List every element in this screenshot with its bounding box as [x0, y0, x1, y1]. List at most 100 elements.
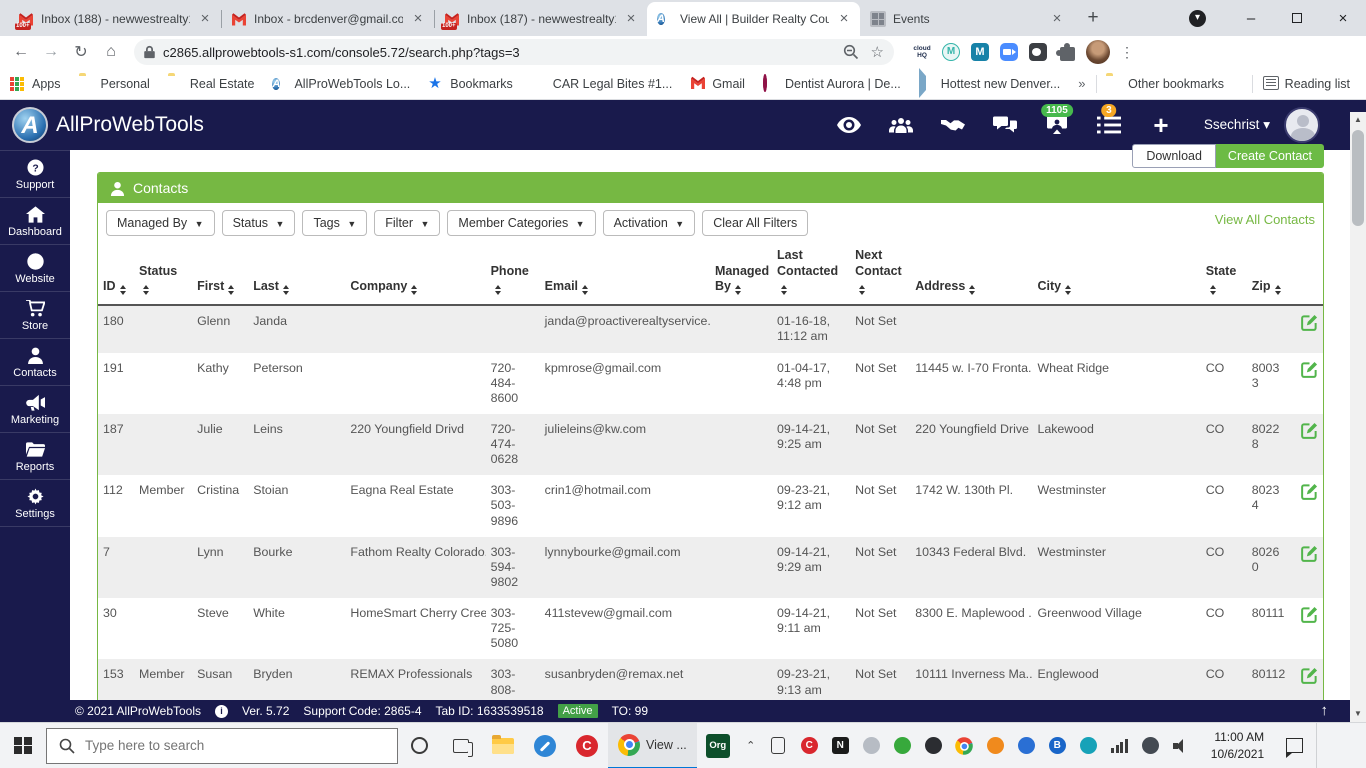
- device-icon[interactable]: [763, 723, 794, 768]
- plus-icon[interactable]: +: [1148, 112, 1174, 138]
- profile-avatar[interactable]: [1086, 40, 1110, 64]
- settings-app-button[interactable]: [524, 723, 566, 768]
- browser-tab[interactable]: A View All | Builder Realty Coun ×: [647, 2, 860, 36]
- eye-icon[interactable]: [836, 114, 862, 136]
- filter-dropdown-managed-by[interactable]: Managed By ▼: [106, 210, 215, 236]
- sphere-icon[interactable]: [918, 723, 949, 768]
- sort-icon[interactable]: [119, 285, 126, 296]
- visitors-icon[interactable]: 1105: [1041, 104, 1073, 136]
- bookmark-star-icon[interactable]: ☆: [871, 43, 884, 61]
- teal-app-icon[interactable]: [1073, 723, 1104, 768]
- close-button[interactable]: ×: [1320, 0, 1366, 36]
- bookmark-item[interactable]: Real Estate: [168, 76, 255, 92]
- taskbar-clock[interactable]: 11:00 AM 10/6/2021: [1197, 729, 1274, 761]
- user-menu[interactable]: Ssechrist ▾: [1204, 117, 1270, 133]
- bluetooth-icon[interactable]: B: [1042, 723, 1073, 768]
- camera-extension-icon[interactable]: [1029, 43, 1047, 61]
- show-hidden-icons-chevron[interactable]: ⌃: [739, 739, 763, 752]
- column-header-status[interactable]: Status: [134, 242, 193, 307]
- edit-contact-icon[interactable]: [1301, 545, 1318, 565]
- sidebar-item-contacts[interactable]: Contacts: [0, 338, 70, 385]
- ccleaner-icon[interactable]: C: [794, 723, 825, 768]
- start-button[interactable]: [0, 723, 46, 768]
- apwt-logo[interactable]: A AllProWebTools: [12, 107, 204, 143]
- edit-contact-icon[interactable]: [1301, 422, 1318, 442]
- mailtrack-extension-icon[interactable]: M: [942, 43, 960, 61]
- sidebar-item-website[interactable]: Website: [0, 244, 70, 291]
- column-header-phone[interactable]: Phone: [485, 242, 540, 307]
- sidebar-item-support[interactable]: ? Support: [0, 150, 70, 197]
- bookmark-item[interactable]: CAR Legal Bites #1...: [531, 76, 673, 92]
- chrome-icon[interactable]: [949, 723, 980, 768]
- zoom-extension-icon[interactable]: [1000, 43, 1018, 61]
- sort-icon[interactable]: [734, 285, 741, 296]
- chrome-menu-icon[interactable]: ⋮: [1119, 44, 1135, 61]
- network-icon[interactable]: [1104, 723, 1135, 768]
- sidebar-item-store[interactable]: Store: [0, 291, 70, 338]
- column-header-state[interactable]: State: [1200, 242, 1247, 307]
- notion-icon[interactable]: N: [825, 723, 856, 768]
- column-header-next-contact[interactable]: Next Contact: [850, 242, 911, 307]
- bookmark-item[interactable]: A AllProWebTools Lo...: [272, 76, 410, 92]
- users-icon[interactable]: [888, 114, 914, 136]
- browser-tab[interactable]: 100+ Inbox (187) - newwestrealty1 ×: [434, 2, 647, 36]
- forward-icon[interactable]: →: [38, 39, 64, 65]
- sidebar-item-reports[interactable]: Reports: [0, 432, 70, 479]
- sort-icon[interactable]: [582, 285, 589, 296]
- bookmark-item[interactable]: Dentist Aurora | De...: [762, 73, 901, 92]
- column-header-email[interactable]: Email: [539, 242, 710, 307]
- handshake-icon[interactable]: [940, 114, 966, 136]
- tab-close-icon[interactable]: ×: [410, 11, 426, 27]
- address-bar[interactable]: c2865.allprowebtools-s1.com/console5.72/…: [134, 39, 894, 65]
- minimize-button[interactable]: –: [1228, 0, 1274, 36]
- table-row[interactable]: 187 Julie Leins 220 Youngfield Drivd 720-474…: [98, 413, 1323, 476]
- chrome-window-button[interactable]: View ...: [608, 722, 697, 768]
- sort-icon[interactable]: [282, 285, 289, 296]
- chat-icon[interactable]: [992, 114, 1018, 136]
- scroll-to-top-icon[interactable]: ↑: [1321, 702, 1329, 719]
- sort-icon[interactable]: [781, 285, 788, 296]
- volume-icon[interactable]: [1166, 723, 1197, 768]
- column-header-first[interactable]: First: [192, 242, 249, 307]
- sort-icon[interactable]: [1274, 285, 1281, 296]
- clear-all-filters-button[interactable]: Clear All Filters: [702, 210, 809, 236]
- table-row[interactable]: 112 Member Cristina Stoian Eagna Real Estate…: [98, 475, 1323, 536]
- bookmarks-overflow-icon[interactable]: »: [1078, 76, 1085, 91]
- sort-icon[interactable]: [1209, 285, 1216, 296]
- back-icon[interactable]: ←: [8, 39, 34, 65]
- task-view-button[interactable]: [440, 723, 482, 768]
- table-row[interactable]: 191 Kathy Peterson 720-484-8600 kpmrose@gmai…: [98, 353, 1323, 414]
- cloudhq-extension-icon[interactable]: cloud HQ: [912, 42, 932, 62]
- dark-app-icon[interactable]: [1135, 723, 1166, 768]
- sort-icon[interactable]: [1065, 285, 1072, 296]
- filter-dropdown-activation[interactable]: Activation ▼: [602, 210, 696, 236]
- column-header-id[interactable]: ID: [98, 242, 135, 307]
- table-row[interactable]: 30 Steve White HomeSmart Cherry Cree... 303-…: [98, 598, 1323, 659]
- sort-icon[interactable]: [494, 285, 501, 296]
- table-row[interactable]: 7 Lynn Bourke Fathom Realty Colorado... 303-…: [98, 536, 1323, 598]
- edit-contact-icon[interactable]: [1301, 315, 1318, 334]
- ccleaner-button[interactable]: C: [566, 723, 608, 768]
- filter-dropdown-tags[interactable]: Tags ▼: [302, 210, 368, 236]
- info-icon[interactable]: i: [215, 704, 229, 718]
- file-explorer-button[interactable]: [482, 723, 524, 768]
- other-bookmarks[interactable]: Other bookmarks: [1106, 76, 1224, 92]
- browser-tab[interactable]: Events ×: [860, 2, 1073, 36]
- zoom-out-icon[interactable]: [843, 44, 859, 60]
- browser-tab[interactable]: Inbox - brcdenver@gmail.con ×: [221, 2, 434, 36]
- cloud-icon[interactable]: [856, 723, 887, 768]
- new-tab-button[interactable]: +: [1079, 5, 1107, 33]
- download-button[interactable]: Download: [1132, 144, 1216, 168]
- bookmark-item[interactable]: Gmail: [690, 76, 745, 92]
- filter-dropdown-filter[interactable]: Filter ▼: [374, 210, 441, 236]
- filter-dropdown-member-categories[interactable]: Member Categories ▼: [447, 210, 596, 236]
- taskbar-search[interactable]: [46, 727, 398, 764]
- bookmark-item[interactable]: ★ Bookmarks: [428, 75, 513, 92]
- tab-close-icon[interactable]: ×: [197, 11, 213, 27]
- tab-search-icon[interactable]: ▾: [1189, 9, 1206, 27]
- m-chat-extension-icon[interactable]: M: [971, 43, 989, 61]
- bookmark-item[interactable]: Apps: [10, 76, 61, 92]
- column-header-city[interactable]: City: [1032, 242, 1201, 307]
- show-desktop-button[interactable]: [1316, 722, 1320, 768]
- scrollbar-down-arrow[interactable]: ▼: [1350, 706, 1366, 722]
